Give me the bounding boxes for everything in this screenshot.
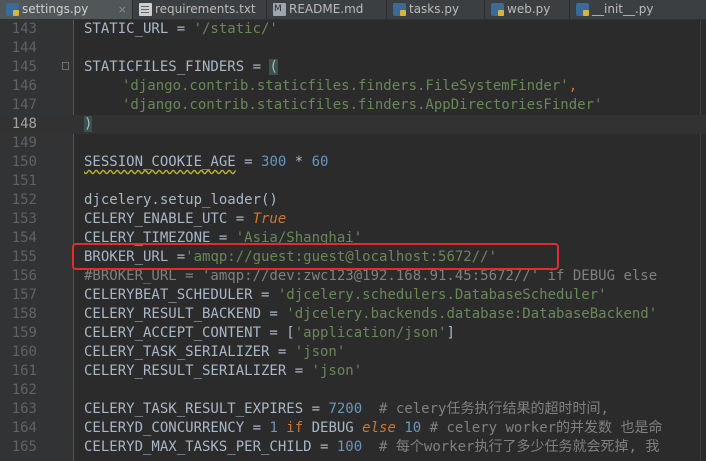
code-line: 163 CELERY_TASK_RESULT_EXPIRES = 7200 # … — [0, 400, 706, 419]
code-text: CELERY_RESULT_BACKEND = 'djcelery.backen… — [84, 306, 658, 322]
python-file-icon — [491, 3, 504, 16]
tab-init-py[interactable]: __init__.py — [570, 0, 706, 19]
line-number: 152 — [11, 192, 37, 208]
line-number: 144 — [11, 40, 37, 56]
code-text: CELERYD_MAX_TASKS_PER_CHILD = 100 # 每个wo… — [84, 439, 660, 455]
code-line: 151 — [0, 172, 706, 191]
code-text: CELERY_ENABLE_UTC = True — [84, 211, 287, 227]
line-number: 159 — [11, 325, 37, 341]
code-line: 160 CELERY_TASK_SERIALIZER = 'json' — [0, 343, 706, 362]
text-file-icon — [139, 3, 152, 16]
code-line: 158 CELERY_RESULT_BACKEND = 'djcelery.ba… — [0, 305, 706, 324]
line-number: 147 — [11, 97, 37, 113]
code-text: CELERY_TASK_SERIALIZER = 'json' — [84, 344, 346, 360]
code-text: djcelery.setup_loader() — [84, 192, 278, 208]
code-text: CELERYD_CONCURRENCY = 1 if DEBUG else 10… — [84, 420, 663, 436]
code-line: 153 CELERY_ENABLE_UTC = True — [0, 210, 706, 229]
tab-label: __init__.py — [592, 2, 654, 16]
code-line: 147 'django.contrib.staticfiles.finders.… — [0, 96, 706, 115]
tab-readme-md[interactable]: README.md — [267, 0, 387, 19]
tab-label: settings.py — [22, 2, 89, 16]
code-text: CELERY_TASK_RESULT_EXPIRES = 7200 # cele… — [84, 401, 609, 417]
line-number: 143 — [11, 21, 37, 37]
code-line: 146 'django.contrib.staticfiles.finders.… — [0, 77, 706, 96]
line-number: 163 — [11, 401, 37, 417]
python-file-icon — [6, 3, 19, 16]
tab-label: web.py — [507, 2, 551, 16]
line-number: 156 — [11, 268, 37, 284]
line-number: 146 — [11, 78, 37, 94]
line-number: 145 — [11, 59, 37, 75]
line-number: 153 — [11, 211, 37, 227]
python-file-icon — [393, 3, 406, 16]
line-number: 148 — [11, 116, 37, 132]
annotation-highlight-box — [72, 243, 559, 270]
markdown-file-icon — [273, 0, 286, 19]
python-file-icon — [576, 3, 589, 16]
tab-settings-py[interactable]: settings.py × — [0, 0, 133, 19]
close-tab-icon[interactable]: × — [118, 0, 127, 19]
code-line: 149 — [0, 134, 706, 153]
tab-label: requirements.txt — [155, 2, 256, 16]
tab-requirements-txt[interactable]: requirements.txt — [133, 0, 267, 19]
tab-label: README.md — [289, 2, 364, 16]
code-text: CELERY_ACCEPT_CONTENT = ['application/js… — [84, 325, 455, 341]
line-number: 158 — [11, 306, 37, 322]
tab-tasks-py[interactable]: tasks.py — [387, 0, 485, 19]
code-line: 162 — [0, 381, 706, 400]
code-line: 152 djcelery.setup_loader() — [0, 191, 706, 210]
line-number: 149 — [11, 135, 37, 151]
current-code-line: 148 ) — [0, 115, 706, 134]
code-text: 'django.contrib.staticfiles.finders.File… — [122, 78, 578, 94]
tab-label: tasks.py — [409, 2, 460, 16]
code-line: 150 SESSION_COOKIE_AGE = 300 * 60 — [0, 153, 706, 172]
code-text: STATICFILES_FINDERS = ( — [84, 59, 278, 75]
code-text: SESSION_COOKIE_AGE = 300 * 60 — [84, 154, 329, 170]
code-line: 164 CELERYD_CONCURRENCY = 1 if DEBUG els… — [0, 419, 706, 438]
line-number: 161 — [11, 363, 37, 379]
code-line: 165 CELERYD_MAX_TASKS_PER_CHILD = 100 # … — [0, 438, 706, 457]
code-text: STATIC_URL = '/static/' — [84, 21, 278, 37]
tab-web-py[interactable]: web.py — [485, 0, 570, 19]
line-number: 154 — [11, 230, 37, 246]
code-text: ) — [84, 116, 93, 132]
code-text: CELERY_RESULT_SERIALIZER = 'json' — [84, 363, 363, 379]
code-line: 143 STATIC_URL = '/static/' — [0, 20, 706, 39]
line-number: 160 — [11, 344, 37, 360]
line-number: 165 — [11, 439, 37, 455]
code-text: 'django.contrib.staticfiles.finders.AppD… — [122, 97, 603, 113]
code-line: 159 CELERY_ACCEPT_CONTENT = ['applicatio… — [0, 324, 706, 343]
line-number: 164 — [11, 420, 37, 436]
code-line: 157 CELERYBEAT_SCHEDULER = 'djcelery.sch… — [0, 286, 706, 305]
line-number: 157 — [11, 287, 37, 303]
code-text: CELERYBEAT_SCHEDULER = 'djcelery.schedul… — [84, 287, 607, 303]
code-line: 145 STATICFILES_FINDERS = ( — [0, 58, 706, 77]
line-number: 151 — [11, 173, 37, 189]
code-line: 144 — [0, 39, 706, 58]
code-line: 161 CELERY_RESULT_SERIALIZER = 'json' — [0, 362, 706, 381]
line-number: 162 — [11, 382, 37, 398]
line-number: 150 — [11, 154, 37, 170]
editor-tab-bar: settings.py × requirements.txt README.md… — [0, 0, 706, 20]
line-number: 155 — [11, 249, 37, 265]
